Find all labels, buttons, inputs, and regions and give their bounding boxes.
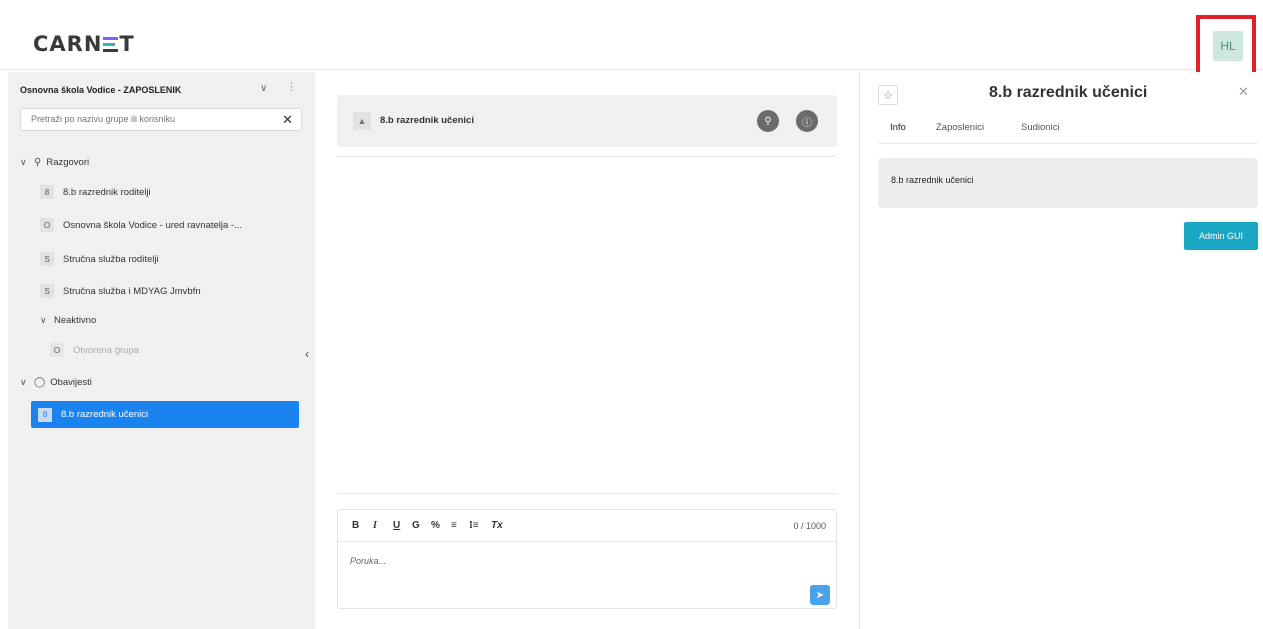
chat-bubble-icon: ◯ xyxy=(34,377,46,388)
divider xyxy=(337,156,837,157)
info-description: 8.b razrednik učenici xyxy=(891,175,974,185)
strikethrough-button[interactable]: G xyxy=(412,520,420,531)
avatar-initials: HL xyxy=(1220,39,1236,53)
chevron-down-icon[interactable]: ∨ xyxy=(20,157,34,168)
star-icon[interactable]: ☆ xyxy=(878,85,898,105)
clear-format-button[interactable]: Tx xyxy=(491,520,503,531)
bold-button[interactable]: B xyxy=(352,520,359,531)
send-icon[interactable]: ➤ xyxy=(810,585,830,605)
chat-header: ▲ 8.b razrednik učenici ⚲ ⓘ xyxy=(337,95,837,147)
conversation-letter-badge: O xyxy=(40,218,54,232)
app-header: CARN T xyxy=(0,12,1263,70)
message-input[interactable]: Poruka... xyxy=(350,556,386,566)
conversation-label: Stručna služba roditelji xyxy=(63,253,159,265)
section-inactive-label: Neaktivno xyxy=(54,315,97,326)
conversation-letter-badge: S xyxy=(40,252,54,266)
section-notifications-label: Obavijesti xyxy=(50,377,92,388)
search-input[interactable] xyxy=(31,114,271,124)
tab-zaposlenici[interactable]: Zaposlenici xyxy=(936,122,984,133)
carnet-logo[interactable]: CARN T xyxy=(33,32,135,56)
section-notifications[interactable]: ∨ ◯ Obavijesti xyxy=(20,377,92,388)
tabs-divider xyxy=(878,143,1258,144)
numbered-list-button[interactable]: ⁝≡ xyxy=(469,520,479,531)
search-field[interactable]: ✕ xyxy=(20,108,302,131)
message-composer: B I U G % ≡ ⁝≡ Tx 0 / 1000 Poruka... ➤ xyxy=(337,509,837,609)
organization-name: Osnovna škola Vodice - ZAPOSLENIK xyxy=(20,85,182,95)
close-icon[interactable]: ✕ xyxy=(1238,84,1249,100)
group-letter-badge: O xyxy=(50,343,64,357)
conversation-label: 8.b razrednik roditelji xyxy=(63,186,151,198)
logo-text-start: CARN xyxy=(33,32,103,56)
notification-label: 8.b razrednik učenici xyxy=(61,409,149,420)
conversation-item[interactable]: S Stručna služba i MDYAG Jmvbfn xyxy=(32,280,201,302)
info-icon[interactable]: ⓘ xyxy=(796,110,818,132)
search-icon[interactable]: ⚲ xyxy=(757,110,779,132)
italic-button[interactable]: I xyxy=(373,520,377,531)
group-icon: ▲ xyxy=(353,112,371,130)
details-panel: ☆ 8.b razrednik učenici ✕ Info Zaposleni… xyxy=(861,72,1263,629)
link-button[interactable]: % xyxy=(431,520,440,531)
chat-title: 8.b razrednik učenici xyxy=(380,115,474,126)
admin-gui-button[interactable]: Admin GUI xyxy=(1184,222,1258,250)
chevron-down-icon[interactable]: ∨ xyxy=(260,83,267,94)
conversation-item[interactable]: O Osnovna škola Vodice - ured ravnatelja… xyxy=(32,214,242,236)
chevron-down-icon[interactable]: ∨ xyxy=(20,377,34,388)
character-counter: 0 / 1000 xyxy=(793,521,826,531)
more-vertical-icon[interactable]: ⋮ xyxy=(286,80,297,93)
logo-e-mark xyxy=(103,37,119,52)
chat-area: ▲ 8.b razrednik učenici ⚲ ⓘ B I U G % ≡ … xyxy=(315,72,860,629)
conversation-item[interactable]: 8 8.b razrednik roditelji xyxy=(32,181,151,203)
conversation-label: Osnovna škola Vodice - ured ravnatelja -… xyxy=(63,219,243,231)
tab-sudionici[interactable]: Sudionici xyxy=(1021,122,1060,133)
formatting-toolbar: B I U G % ≡ ⁝≡ Tx 0 / 1000 xyxy=(338,510,836,542)
info-box: 8.b razrednik učenici xyxy=(878,158,1258,208)
group-label: Otvorena grupa xyxy=(73,344,140,356)
notification-letter-badge: 8 xyxy=(38,407,52,422)
logo-text-end: T xyxy=(119,32,135,56)
section-inactive[interactable]: ∨ Neaktivno xyxy=(40,315,96,326)
avatar-highlight: HL xyxy=(1196,15,1256,77)
section-conversations-label: Razgovori xyxy=(46,157,90,168)
close-icon[interactable]: ✕ xyxy=(282,112,293,128)
divider xyxy=(337,493,837,494)
conversation-letter-badge: S xyxy=(40,284,54,298)
conversation-letter-badge: 8 xyxy=(40,185,54,199)
sidebar: Osnovna škola Vodice - ZAPOSLENIK ∨ ⋮ ✕ … xyxy=(8,72,315,629)
chevron-down-icon[interactable]: ∨ xyxy=(40,315,54,326)
conversation-label: Stručna služba i MDYAG Jmvbfn xyxy=(63,285,201,297)
underline-button[interactable]: U xyxy=(393,520,400,531)
tab-info[interactable]: Info xyxy=(890,122,906,133)
notification-item-selected[interactable]: 8 8.b razrednik učenici xyxy=(31,401,299,428)
user-avatar-button[interactable]: HL xyxy=(1213,31,1243,61)
conversation-item[interactable]: S Stručna služba roditelji xyxy=(32,248,159,270)
section-conversations[interactable]: ∨ ⚲ Razgovori xyxy=(20,157,89,168)
inactive-group-item[interactable]: O Otvorena grupa xyxy=(42,339,139,361)
collapse-sidebar-icon[interactable]: ‹ xyxy=(305,347,309,361)
panel-title: 8.b razrednik učenici xyxy=(989,84,1148,101)
bullet-list-button[interactable]: ≡ xyxy=(451,520,457,531)
chat-search-icon: ⚲ xyxy=(34,157,42,168)
